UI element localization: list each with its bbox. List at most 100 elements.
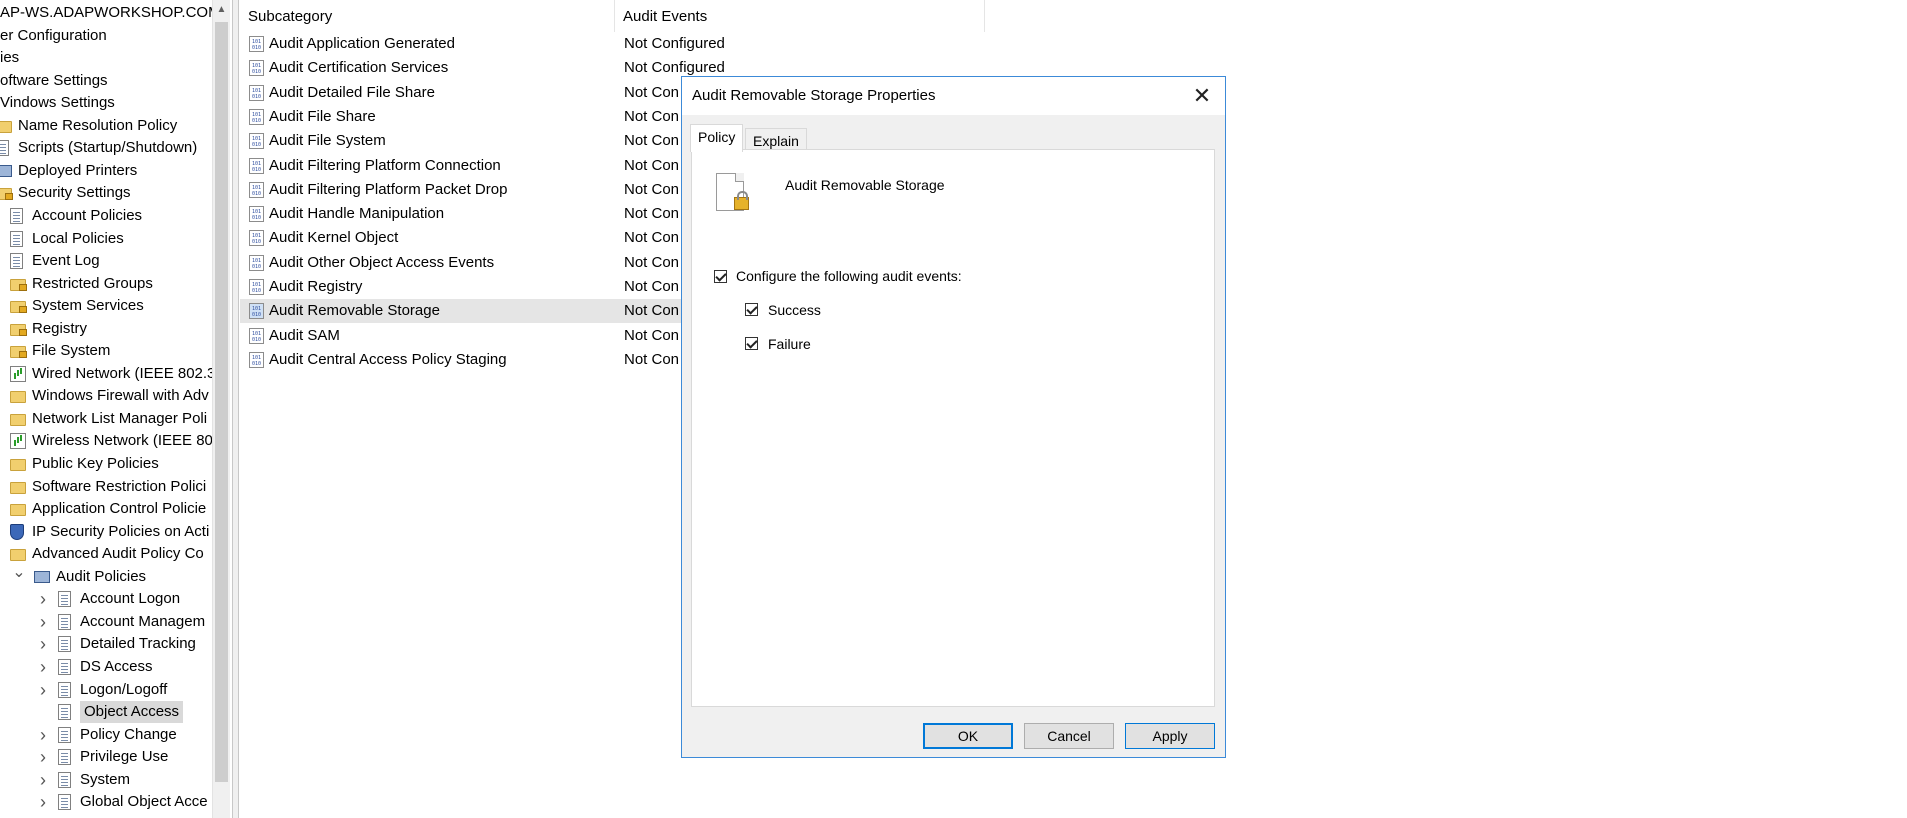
tree-item[interactable]: Account Policies (0, 205, 142, 227)
network-chart-icon (10, 433, 26, 450)
tree-item-label: DS Access (80, 657, 153, 675)
tree-item[interactable]: › Privilege Use (0, 746, 168, 768)
binary-policy-icon: 101 010 (249, 327, 264, 344)
audit-events-cell: Not Con (624, 107, 680, 125)
policy-icon (10, 207, 23, 224)
audit-events-cell: Not Con (624, 132, 680, 150)
audit-events-cell: Not Con (624, 326, 680, 344)
binary-policy-icon: 101 010 (249, 36, 264, 52)
chevron-right-icon[interactable]: › (36, 791, 50, 813)
chevron-down-icon[interactable]: ⌄ (12, 564, 26, 588)
chevron-right-icon[interactable]: › (36, 588, 50, 610)
tree-item-label: Wireless Network (IEEE 802 (32, 432, 212, 450)
pane-splitter[interactable] (232, 0, 239, 818)
tree-item-label: Global Object Acce (80, 793, 208, 811)
tree-item-label: Event Log (32, 252, 100, 270)
tree-item[interactable]: › Account Managem (0, 611, 205, 633)
tree-item[interactable]: System Services (0, 295, 144, 317)
tree-item-label: Account Managem (80, 612, 206, 630)
configure-checkbox[interactable] (714, 270, 727, 283)
tree-item[interactable]: Registry (0, 318, 87, 340)
folder-icon (10, 391, 26, 404)
folder-lock-icon (10, 301, 27, 314)
tree-item[interactable]: File System (0, 340, 110, 362)
dialog-title-bar[interactable]: Audit Removable Storage Properties ✕ (682, 77, 1225, 115)
policy-icon (58, 636, 71, 653)
scroll-up-icon[interactable]: ▲ (213, 0, 230, 20)
tree-item[interactable]: › DS Access (0, 656, 153, 678)
tree-item[interactable]: Local Policies (0, 228, 124, 250)
apply-button[interactable]: Apply (1125, 723, 1215, 749)
ok-button[interactable]: OK (923, 723, 1013, 749)
tree-item[interactable]: › Logon/Logoff (0, 679, 167, 701)
tree-item[interactable]: Vindows Settings (0, 92, 115, 114)
tree-item[interactable]: ⌄ Audit Policies (0, 564, 146, 588)
configure-checkbox-label: Configure the following audit events: (736, 268, 962, 284)
folder-icon (10, 549, 26, 562)
tree-item[interactable]: Name Resolution Policy (0, 115, 177, 137)
tree-item-label: Windows Firewall with Adv (32, 387, 209, 405)
tree-item-label: Name Resolution Policy (18, 116, 178, 134)
tree-item-label: Detailed Tracking (80, 635, 196, 653)
tree-scrollbar[interactable]: ▲ (212, 0, 230, 818)
policy-icon (58, 681, 71, 698)
tree-item-label: Account Policies (32, 206, 143, 224)
tree-item[interactable]: Event Log (0, 250, 100, 272)
tree-item[interactable]: › Global Object Acce (0, 791, 208, 813)
tree-item-label: er Configuration (0, 26, 107, 44)
tree-item[interactable]: › Policy Change (0, 724, 177, 746)
failure-checkbox[interactable] (745, 337, 758, 350)
chevron-right-icon[interactable]: › (36, 656, 50, 678)
chevron-right-icon[interactable]: › (36, 724, 50, 746)
tree-item[interactable]: IP Security Policies on Acti (0, 521, 209, 543)
policy-tab-panel (691, 149, 1215, 707)
tree-item[interactable]: Wireless Network (IEEE 802 (0, 430, 212, 452)
tree-item[interactable]: Network List Manager Poli (0, 408, 207, 430)
tree-item[interactable]: oftware Settings (0, 70, 108, 92)
cancel-button[interactable]: Cancel (1024, 723, 1114, 749)
tree-item[interactable]: Application Control Policie (0, 498, 206, 520)
binary-policy-icon: 101 010 (249, 254, 264, 271)
tree-item[interactable]: Restricted Groups (0, 273, 153, 295)
tree-item[interactable]: Software Restriction Polici (0, 476, 206, 498)
tree-item[interactable]: › Account Logon (0, 588, 180, 610)
tree-item[interactable]: Public Key Policies (0, 453, 159, 475)
folder-lock-icon (10, 323, 27, 336)
subcategory-cell: Audit Application Generated (269, 35, 455, 52)
folder-icon (10, 459, 26, 471)
tree-item[interactable]: Advanced Audit Policy Co (0, 543, 204, 565)
table-row[interactable]: 101 010 Audit Application Generated Not Co… (240, 32, 940, 56)
tree-item-label: Policy Change (80, 725, 177, 743)
tree-item[interactable]: Deployed Printers (0, 160, 137, 182)
tree-item-label: Advanced Audit Policy Co (32, 545, 204, 563)
column-header-subcategory[interactable]: Subcategory (240, 0, 615, 32)
chevron-right-icon[interactable]: › (36, 746, 50, 768)
tree-item[interactable]: Windows Firewall with Adv (0, 385, 209, 407)
subcategory-cell: Audit Central Access Policy Staging (269, 350, 507, 368)
policy-icon (58, 794, 71, 811)
tree-item[interactable]: Wired Network (IEEE 802.3) (0, 363, 212, 385)
tree-item[interactable]: AP-WS.ADAPWORKSHOP.COM] (0, 2, 212, 24)
tree-item[interactable]: › System (0, 769, 130, 791)
column-header-audit-events[interactable]: Audit Events (615, 0, 985, 32)
subcategory-cell: Audit Removable Storage (269, 302, 440, 320)
chevron-right-icon[interactable]: › (36, 769, 50, 791)
chevron-right-icon[interactable]: › (36, 679, 50, 701)
tree-item[interactable]: ies (0, 47, 19, 69)
tree-item[interactable]: Object Access (0, 701, 184, 724)
folder-icon (10, 481, 26, 494)
tree-item[interactable]: Security Settings (0, 182, 131, 204)
close-icon[interactable]: ✕ (1179, 77, 1225, 115)
chevron-right-icon[interactable]: › (36, 633, 50, 655)
tree-item-label: Registry (32, 319, 88, 337)
tab-policy[interactable]: Policy (690, 124, 744, 152)
tree-item-label: AP-WS.ADAPWORKSHOP.COM] (0, 4, 212, 21)
folder-icon (0, 120, 12, 133)
tree-item[interactable]: Scripts (Startup/Shutdown) (0, 137, 197, 159)
success-checkbox[interactable] (745, 303, 758, 316)
tree-item[interactable]: › Detailed Tracking (0, 633, 196, 655)
chevron-right-icon[interactable]: › (36, 611, 50, 633)
audit-events-cell: Not Con (624, 83, 680, 101)
tree-item[interactable]: er Configuration (0, 25, 107, 47)
scrollbar-thumb[interactable] (215, 22, 228, 782)
